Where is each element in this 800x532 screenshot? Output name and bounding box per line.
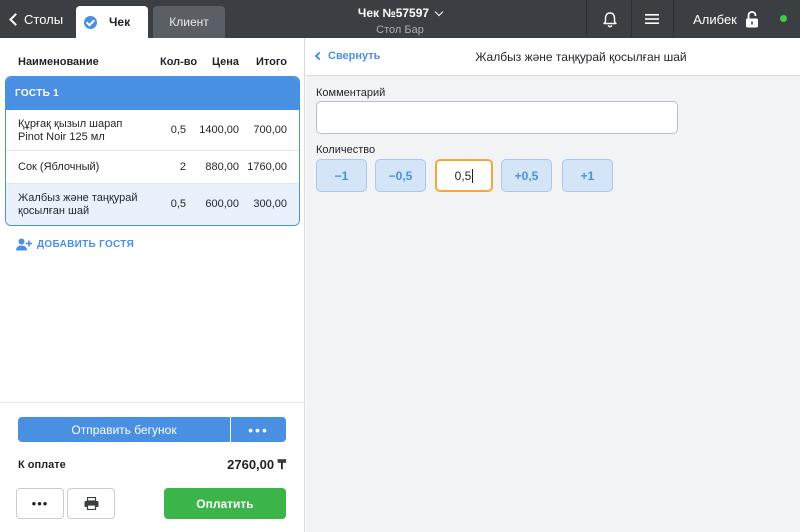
more-dots-icon: ••• — [31, 496, 49, 511]
send-options-button[interactable]: ••• — [231, 417, 286, 442]
item-qty: 2 — [179, 161, 186, 173]
item-name: Жалбыз және таңқурай қосылған шай — [18, 192, 138, 217]
printer-icon — [84, 497, 98, 510]
item-total: 1760,00 — [247, 161, 287, 173]
tab-check-label: Чек — [109, 15, 131, 29]
comment-field[interactable] — [316, 101, 678, 134]
print-button[interactable] — [67, 488, 115, 519]
tab-check[interactable]: Чек — [76, 6, 148, 38]
item-price: 600,00 — [205, 198, 239, 210]
tab-client[interactable]: Клиент — [153, 6, 225, 38]
check-title: Чек №57597 — [357, 6, 430, 20]
item-price: 880,00 — [205, 161, 239, 173]
notifications-button[interactable] — [592, 0, 628, 38]
item-detail-panel: Свернуть Жалбыз және таңқурай қосылған ш… — [306, 38, 800, 532]
top-bar: Столы Чек Клиент Чек №57597 Стол Бар Али… — [0, 0, 800, 38]
column-header-qty: Кол-во — [160, 56, 198, 68]
item-qty: 0,5 — [170, 198, 186, 210]
text-cursor — [472, 168, 474, 183]
divider — [586, 0, 587, 38]
divider — [673, 0, 674, 38]
item-price: 1400,00 — [199, 124, 239, 136]
quantity-input[interactable]: 0,5 — [435, 159, 493, 192]
amount-due-label: К оплате — [18, 459, 66, 471]
back-to-tables-button[interactable]: Столы — [8, 10, 63, 28]
item-total: 700,00 — [253, 124, 287, 136]
order-item-row[interactable]: Құрғақ қызыл шарап Pinot Noir 125 мл 0,5… — [6, 110, 299, 151]
divider — [0, 402, 305, 403]
detail-header: Свернуть Жалбыз және таңқурай қосылған ш… — [306, 38, 800, 76]
bell-icon — [603, 11, 617, 27]
guest-label: ГОСТЬ 1 — [15, 88, 60, 99]
qty-plus-half-button[interactable]: +0,5 — [501, 159, 552, 192]
qty-minus-one-button[interactable]: −1 — [316, 159, 367, 192]
more-actions-button[interactable]: ••• — [16, 488, 64, 519]
qty-minus-one-label: −1 — [334, 168, 349, 183]
item-title: Жалбыз және таңқурай қосылған шай — [475, 50, 687, 64]
order-panel: Наименование Кол-во Цена Итого ГОСТЬ 1 Қ… — [0, 38, 305, 532]
pay-button-label: Оплатить — [196, 496, 254, 511]
qty-minus-half-button[interactable]: −0,5 — [375, 159, 426, 192]
chevron-down-icon — [434, 7, 444, 16]
qty-minus-half-label: −0,5 — [388, 168, 413, 183]
tab-client-label: Клиент — [169, 15, 209, 29]
quantity-value: 0,5 — [454, 168, 472, 183]
comment-label: Комментарий — [316, 87, 386, 99]
check-icon — [84, 15, 97, 29]
chevron-left-icon — [314, 51, 324, 61]
column-header-name: Наименование — [18, 56, 99, 68]
item-name: Сок (Яблочный) — [18, 161, 100, 173]
add-guest-button[interactable]: ДОБАВИТЬ ГОСТЯ — [16, 238, 134, 251]
collapse-button[interactable]: Свернуть — [314, 50, 381, 62]
send-runner-button[interactable]: Отправить бегунок — [18, 417, 230, 442]
menu-button[interactable] — [634, 0, 670, 38]
user-name: Алибек — [693, 11, 737, 27]
online-status-indicator — [780, 15, 787, 22]
add-user-icon — [16, 238, 32, 251]
table-name: Стол Бар — [376, 24, 424, 36]
back-chevron-icon — [9, 12, 22, 26]
order-item-row-selected[interactable]: Жалбыз және таңқурай қосылған шай 0,5 60… — [6, 184, 299, 225]
item-total: 300,00 — [253, 198, 287, 210]
divider — [631, 0, 632, 38]
check-title-dropdown[interactable]: Чек №57597 Стол Бар — [330, 4, 470, 36]
column-header-total: Итого — [256, 56, 288, 68]
column-header-price: Цена — [212, 56, 240, 68]
qty-plus-one-label: +1 — [580, 168, 595, 183]
qty-plus-half-label: +0,5 — [514, 168, 539, 183]
guest-header[interactable]: ГОСТЬ 1 — [6, 77, 299, 110]
add-guest-label: ДОБАВИТЬ ГОСТЯ — [37, 239, 135, 250]
guest-card: ГОСТЬ 1 Құрғақ қызыл шарап Pinot Noir 12… — [5, 76, 300, 226]
more-dots-icon: ••• — [248, 421, 269, 438]
send-runner-label: Отправить бегунок — [71, 422, 177, 437]
amount-due-value: 2760,00 ₸ — [227, 457, 286, 472]
menu-icon — [645, 14, 659, 24]
user-button[interactable]: Алибек — [676, 0, 776, 38]
order-item-row[interactable]: Сок (Яблочный) 2 880,00 1760,00 — [6, 151, 299, 184]
quantity-label: Количество — [316, 144, 376, 156]
item-qty: 0,5 — [170, 124, 186, 136]
qty-plus-one-button[interactable]: +1 — [562, 159, 613, 192]
collapse-label: Свернуть — [328, 50, 381, 62]
item-name: Құрғақ қызыл шарап Pinot Noir 125 мл — [18, 118, 123, 143]
pay-button[interactable]: Оплатить — [164, 488, 286, 519]
back-label: Столы — [24, 11, 64, 27]
lock-icon — [745, 10, 758, 27]
